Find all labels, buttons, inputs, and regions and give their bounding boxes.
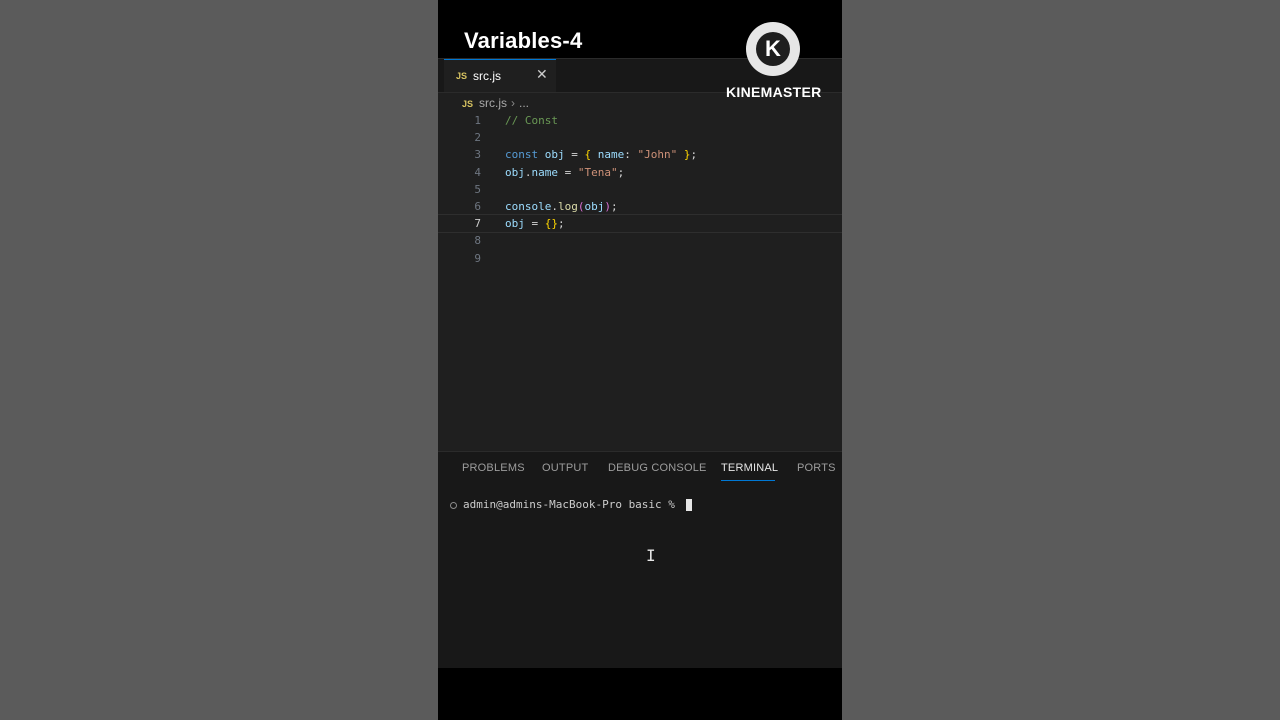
- code-area[interactable]: 1 // Const 2 3 const obj = { name: "John…: [438, 112, 842, 267]
- code-text: console.log(obj);: [505, 199, 618, 213]
- kinemaster-logo: K: [746, 22, 800, 76]
- code-editor: JS src.js ✕ JS src.js ›... 1 // Const 2 3 …: [438, 58, 842, 668]
- terminal-output[interactable]: admin@admins-MacBook-Pro basic %: [450, 498, 692, 511]
- code-line: 1 // Const: [438, 112, 842, 129]
- video-frame: Variables-4 JS src.js ✕ JS src.js ›... 1 /…: [438, 0, 842, 720]
- terminal-prompt: admin@admins-MacBook-Pro basic %: [463, 498, 682, 511]
- breadcrumb-file[interactable]: src.js: [479, 96, 507, 110]
- code-text: obj.name = "Tena";: [505, 165, 625, 179]
- close-icon[interactable]: ✕: [536, 66, 548, 83]
- line-number: 6: [474, 199, 481, 213]
- code-line: 6 console.log(obj);: [438, 198, 842, 215]
- tab-problems[interactable]: PROBLEMS: [462, 462, 525, 474]
- text-cursor-icon: I: [646, 546, 656, 565]
- breadcrumb-more[interactable]: ...: [519, 96, 529, 110]
- panel-tab-bar: PROBLEMS OUTPUT DEBUG CONSOLE TERMINAL P…: [438, 452, 842, 484]
- code-line: 3 const obj = { name: "John" };: [438, 146, 842, 163]
- tab-ports[interactable]: PORTS: [797, 462, 836, 474]
- active-tab-indicator: [721, 480, 775, 481]
- tab-src-js[interactable]: JS src.js ✕: [444, 59, 556, 92]
- chevron-right-icon: ›: [511, 96, 516, 110]
- code-line: 8: [438, 232, 842, 249]
- code-text: // Const: [505, 114, 558, 127]
- line-number: 3: [474, 148, 481, 162]
- code-text: const obj = { name: "John" };: [505, 148, 698, 162]
- line-number: 1: [474, 114, 481, 127]
- tab-terminal[interactable]: TERMINAL: [721, 462, 778, 474]
- circle-icon: [450, 501, 457, 509]
- javascript-file-icon: JS: [462, 99, 474, 109]
- right-background: [842, 0, 1280, 720]
- tab-debug-console[interactable]: DEBUG CONSOLE: [608, 462, 707, 474]
- video-title: Variables-4: [464, 28, 583, 53]
- code-line: 2: [438, 129, 842, 146]
- tab-label: src.js: [473, 69, 501, 83]
- left-background: [0, 0, 438, 720]
- line-number: 8: [474, 234, 481, 248]
- code-line: 9: [438, 250, 842, 267]
- line-number: 7: [474, 217, 481, 231]
- code-line-active: 7 obj = {};: [438, 214, 842, 234]
- logo-letter: K: [756, 32, 790, 66]
- bottom-panel: PROBLEMS OUTPUT DEBUG CONSOLE TERMINAL P…: [438, 451, 842, 668]
- code-text: obj = {};: [505, 217, 565, 231]
- code-line: 4 obj.name = "Tena";: [438, 164, 842, 181]
- terminal-cursor: [685, 499, 692, 511]
- tab-output[interactable]: OUTPUT: [542, 462, 588, 474]
- javascript-file-icon: JS: [456, 71, 468, 81]
- line-number: 4: [474, 165, 481, 179]
- kinemaster-watermark: KINEMASTER: [726, 84, 822, 100]
- line-number: 2: [474, 131, 481, 145]
- code-line: 5: [438, 181, 842, 198]
- line-number: 5: [474, 182, 481, 196]
- line-number: 9: [474, 251, 481, 265]
